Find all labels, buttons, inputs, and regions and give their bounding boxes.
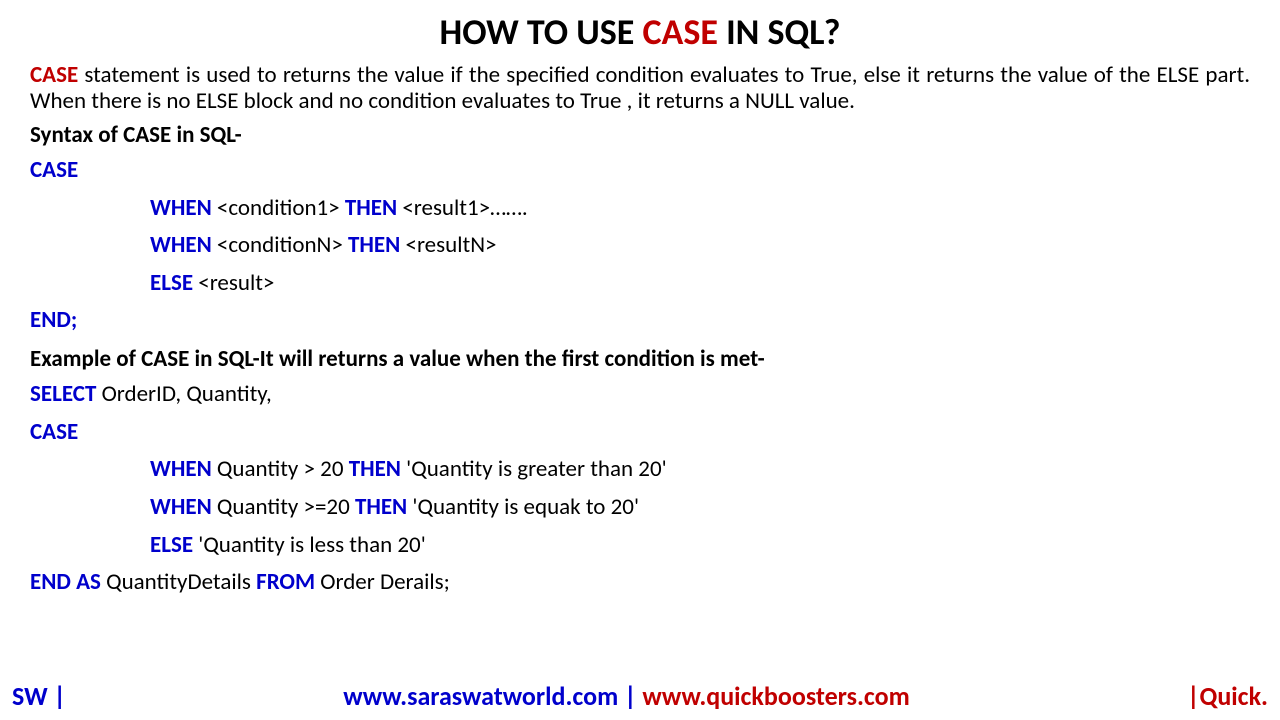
footer-url1: www.saraswatworld.com [343,680,618,712]
footer-right: |Quick. [1187,680,1268,712]
example-end: END AS QuantityDetails FROM Order Derail… [30,565,1250,601]
example-when2: WHEN Quantity >=20 THEN 'Quantity is equ… [30,490,1250,526]
syntax-when1: WHEN <condition1> THEN <result1>……. [30,191,1250,227]
syntax-case: CASE [30,153,1250,189]
footer-left: SW | [12,680,66,712]
example-case: CASE [30,415,1250,451]
syntax-end: END; [30,303,1250,339]
syntax-else: ELSE <result> [30,266,1250,302]
title-highlight: CASE [642,10,717,54]
page-title: HOW TO USE CASE IN SQL? [30,10,1250,54]
footer-sep: | [618,680,642,712]
example-heading: Example of CASE in SQL-It will returns a… [30,345,1250,373]
example-when1: WHEN Quantity > 20 THEN 'Quantity is gre… [30,452,1250,488]
footer: SW | www.saraswatworld.com | www.quickbo… [0,680,1280,712]
footer-url2: www.quickboosters.com [642,680,909,712]
title-suffix: IN SQL? [718,10,841,54]
syntax-heading: Syntax of CASE in SQL- [30,121,1250,149]
example-select: SELECT OrderID, Quantity, [30,377,1250,413]
example-else: ELSE 'Quantity is less than 20' [30,528,1250,564]
footer-center: www.saraswatworld.com | www.quickbooster… [66,680,1187,712]
title-prefix: HOW TO USE [440,10,643,54]
description-body: statement is used to returns the value i… [30,61,1250,115]
case-keyword: CASE [30,61,78,89]
syntax-whenN: WHEN <conditionN> THEN <resultN> [30,228,1250,264]
description-text: CASE statement is used to returns the va… [30,62,1250,115]
